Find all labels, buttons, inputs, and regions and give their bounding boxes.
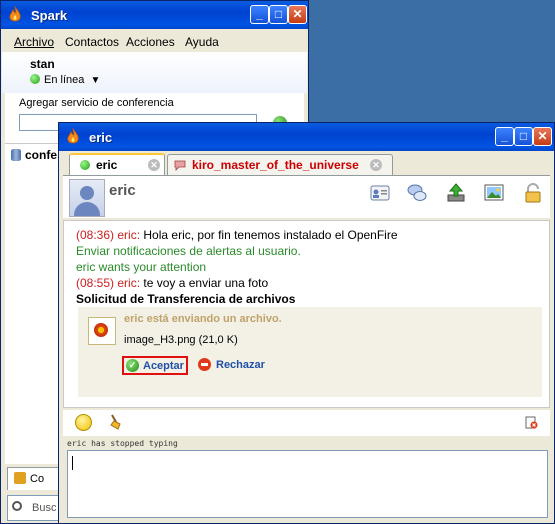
reject-label: Rechazar	[216, 359, 265, 371]
input-toolbar	[63, 410, 550, 436]
message-input[interactable]	[67, 450, 548, 518]
chat-message: (08:55) eric: te voy a enviar una foto	[76, 276, 268, 290]
reject-icon	[198, 358, 211, 371]
spark-flame-icon	[67, 128, 79, 144]
tab-kiro-master[interactable]: kiro_master_of_the_universe ✕	[167, 154, 393, 175]
close-button[interactable]: ✕	[533, 127, 552, 146]
message-sender: eric:	[117, 228, 141, 242]
dropdown-arrow-icon[interactable]: ▼	[90, 75, 100, 86]
message-time: (08:55)	[76, 276, 115, 290]
close-tab-icon[interactable]: ✕	[370, 159, 382, 171]
maximize-button[interactable]: □	[269, 5, 288, 24]
username: stan	[30, 57, 55, 71]
image-icon[interactable]	[483, 182, 505, 204]
chat-window: eric _ □ ✕ eric ✕ kiro_master_of_the_uni…	[58, 122, 555, 524]
avatar	[69, 179, 105, 217]
text-caret	[72, 456, 73, 470]
online-status-icon	[80, 160, 90, 170]
minimize-button[interactable]: _	[250, 5, 269, 24]
search-placeholder: Busc	[32, 502, 57, 514]
message-text: te voy a enviar una foto	[140, 276, 269, 290]
image-file-icon	[88, 317, 116, 345]
emoticon-icon[interactable]	[75, 414, 92, 431]
reject-button[interactable]: Rechazar	[198, 358, 278, 374]
menu-acciones[interactable]: Acciones	[126, 35, 175, 49]
contact-name: eric	[109, 182, 136, 199]
maximize-button[interactable]: □	[514, 127, 533, 146]
close-button[interactable]: ✕	[288, 5, 307, 24]
minimize-button[interactable]: _	[495, 127, 514, 146]
search-icon	[12, 501, 22, 511]
user-profile-panel: stan En línea ▼	[2, 52, 307, 93]
file-transfer-panel: eric está enviando un archivo. image_H3.…	[78, 307, 542, 397]
online-status-icon	[30, 74, 40, 84]
chat-title-bar[interactable]: eric _ □ ✕	[59, 123, 554, 151]
message-time: (08:36)	[76, 228, 115, 242]
presence-selector[interactable]: En línea ▼	[30, 74, 100, 86]
conference-label: Agregar servicio de conferencia	[19, 97, 174, 109]
chat-bubble-icon	[174, 160, 186, 171]
sending-text: eric está enviando un archivo.	[124, 313, 282, 325]
tab-contacts-label: Co	[30, 473, 45, 485]
system-message: eric wants your attention	[76, 260, 207, 274]
chat-bubbles-icon[interactable]	[406, 182, 428, 204]
lock-icon[interactable]	[522, 182, 544, 204]
presence-label: En línea	[44, 74, 85, 86]
menu-archivo[interactable]: Archivo	[14, 35, 54, 49]
list-item-label: confe	[25, 148, 58, 162]
tab-kiro-label: kiro_master_of_the_universe	[192, 158, 359, 172]
accept-label: Aceptar	[143, 360, 184, 372]
contacts-icon	[14, 472, 26, 484]
send-file-icon[interactable]	[445, 182, 467, 204]
profile-card-icon[interactable]	[369, 182, 391, 204]
message-text: Hola eric, por fin tenemos instalado el …	[140, 228, 398, 242]
menu-contactos[interactable]: Contactos	[65, 35, 119, 49]
accept-button[interactable]: ✓ Aceptar	[122, 356, 188, 375]
menu-bar: Archivo Contactos Acciones Ayuda	[2, 29, 307, 51]
close-tab-icon[interactable]: ✕	[148, 159, 160, 171]
tab-eric-label: eric	[96, 158, 118, 172]
server-icon	[11, 149, 21, 161]
chat-tabs: eric ✕ kiro_master_of_the_universe ✕	[63, 151, 550, 176]
tab-eric[interactable]: eric ✕	[69, 153, 165, 175]
menu-ayuda[interactable]: Ayuda	[185, 35, 219, 49]
chat-header: eric	[63, 176, 550, 218]
list-item[interactable]: confe	[11, 148, 57, 162]
spark-flame-icon	[9, 6, 21, 22]
file-name: image_H3.png (21,0 K)	[124, 334, 238, 346]
chat-window-title: eric	[89, 130, 113, 145]
system-message: Enviar notificaciones de alertas al usua…	[76, 244, 301, 258]
message-sender: eric:	[117, 276, 141, 290]
typing-status: eric has stopped typing	[67, 439, 178, 448]
main-title-bar[interactable]: Spark _ □ ✕	[1, 1, 308, 29]
clear-history-icon[interactable]	[525, 416, 538, 429]
main-window-title: Spark	[31, 8, 68, 23]
file-transfer-heading: Solicitud de Transferencia de archivos	[76, 292, 296, 306]
chat-message: (08:36) eric: Hola eric, por fin tenemos…	[76, 228, 398, 242]
message-history: (08:36) eric: Hola eric, por fin tenemos…	[63, 220, 550, 408]
nudge-icon[interactable]	[109, 414, 123, 430]
check-icon: ✓	[126, 359, 139, 372]
